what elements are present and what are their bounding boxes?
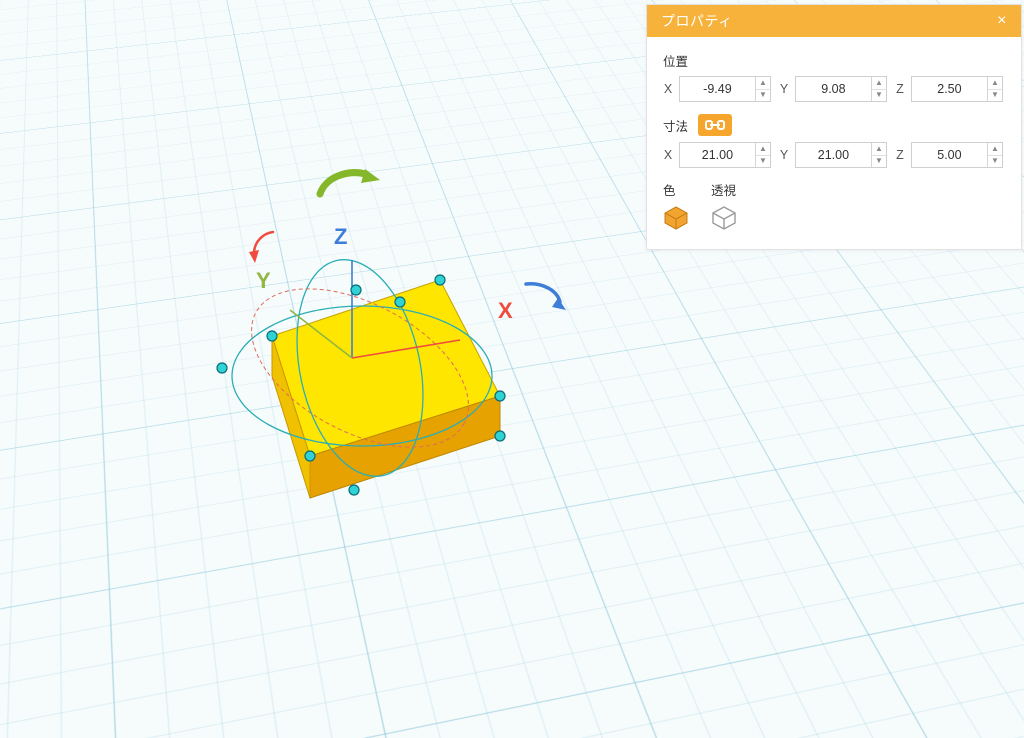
pos-x-input-wrap: ▲▼ [679, 76, 771, 102]
dim-y-input[interactable] [796, 143, 871, 167]
step-up-icon[interactable]: ▲ [988, 143, 1002, 156]
step-down-icon[interactable]: ▼ [756, 90, 770, 102]
step-up-icon[interactable]: ▲ [872, 77, 886, 90]
pos-x-input[interactable] [680, 77, 755, 101]
transparent-section-label: 透視 [711, 180, 736, 199]
dim-y-label: Y [779, 148, 789, 162]
transparent-wire-icon[interactable] [711, 205, 737, 231]
pos-y-input[interactable] [796, 77, 871, 101]
pos-x-label: X [663, 82, 673, 96]
dim-x-label: X [663, 148, 673, 162]
step-down-icon[interactable]: ▼ [988, 90, 1002, 102]
link-dimensions-button[interactable] [698, 114, 732, 136]
step-down-icon[interactable]: ▼ [872, 90, 886, 102]
close-icon[interactable]: × [993, 13, 1011, 29]
step-up-icon[interactable]: ▲ [988, 77, 1002, 90]
position-row: X ▲▼ Y ▲▼ Z ▲▼ [663, 76, 1005, 102]
step-down-icon[interactable]: ▼ [872, 156, 886, 168]
properties-panel: プロパティ × 位置 X ▲▼ Y ▲▼ Z [646, 4, 1022, 250]
pos-z-input[interactable] [912, 77, 987, 101]
pos-y-label: Y [779, 82, 789, 96]
dimension-row: X ▲▼ Y ▲▼ Z ▲▼ [663, 142, 1005, 168]
step-down-icon[interactable]: ▼ [756, 156, 770, 168]
step-up-icon[interactable]: ▲ [756, 143, 770, 156]
panel-header[interactable]: プロパティ × [647, 5, 1021, 37]
dimension-label-text: 寸法 [663, 116, 688, 135]
color-section-label: 色 [663, 180, 676, 199]
color-solid-icon[interactable] [663, 205, 689, 231]
position-section-label: 位置 [663, 51, 1005, 70]
pos-z-label: Z [895, 82, 905, 96]
dim-z-label: Z [895, 148, 905, 162]
panel-title: プロパティ [661, 11, 733, 31]
dim-x-input[interactable] [680, 143, 755, 167]
dim-z-input[interactable] [912, 143, 987, 167]
step-up-icon[interactable]: ▲ [756, 77, 770, 90]
step-up-icon[interactable]: ▲ [872, 143, 886, 156]
step-down-icon[interactable]: ▼ [988, 156, 1002, 168]
dimension-section-label: 寸法 [663, 114, 1005, 136]
